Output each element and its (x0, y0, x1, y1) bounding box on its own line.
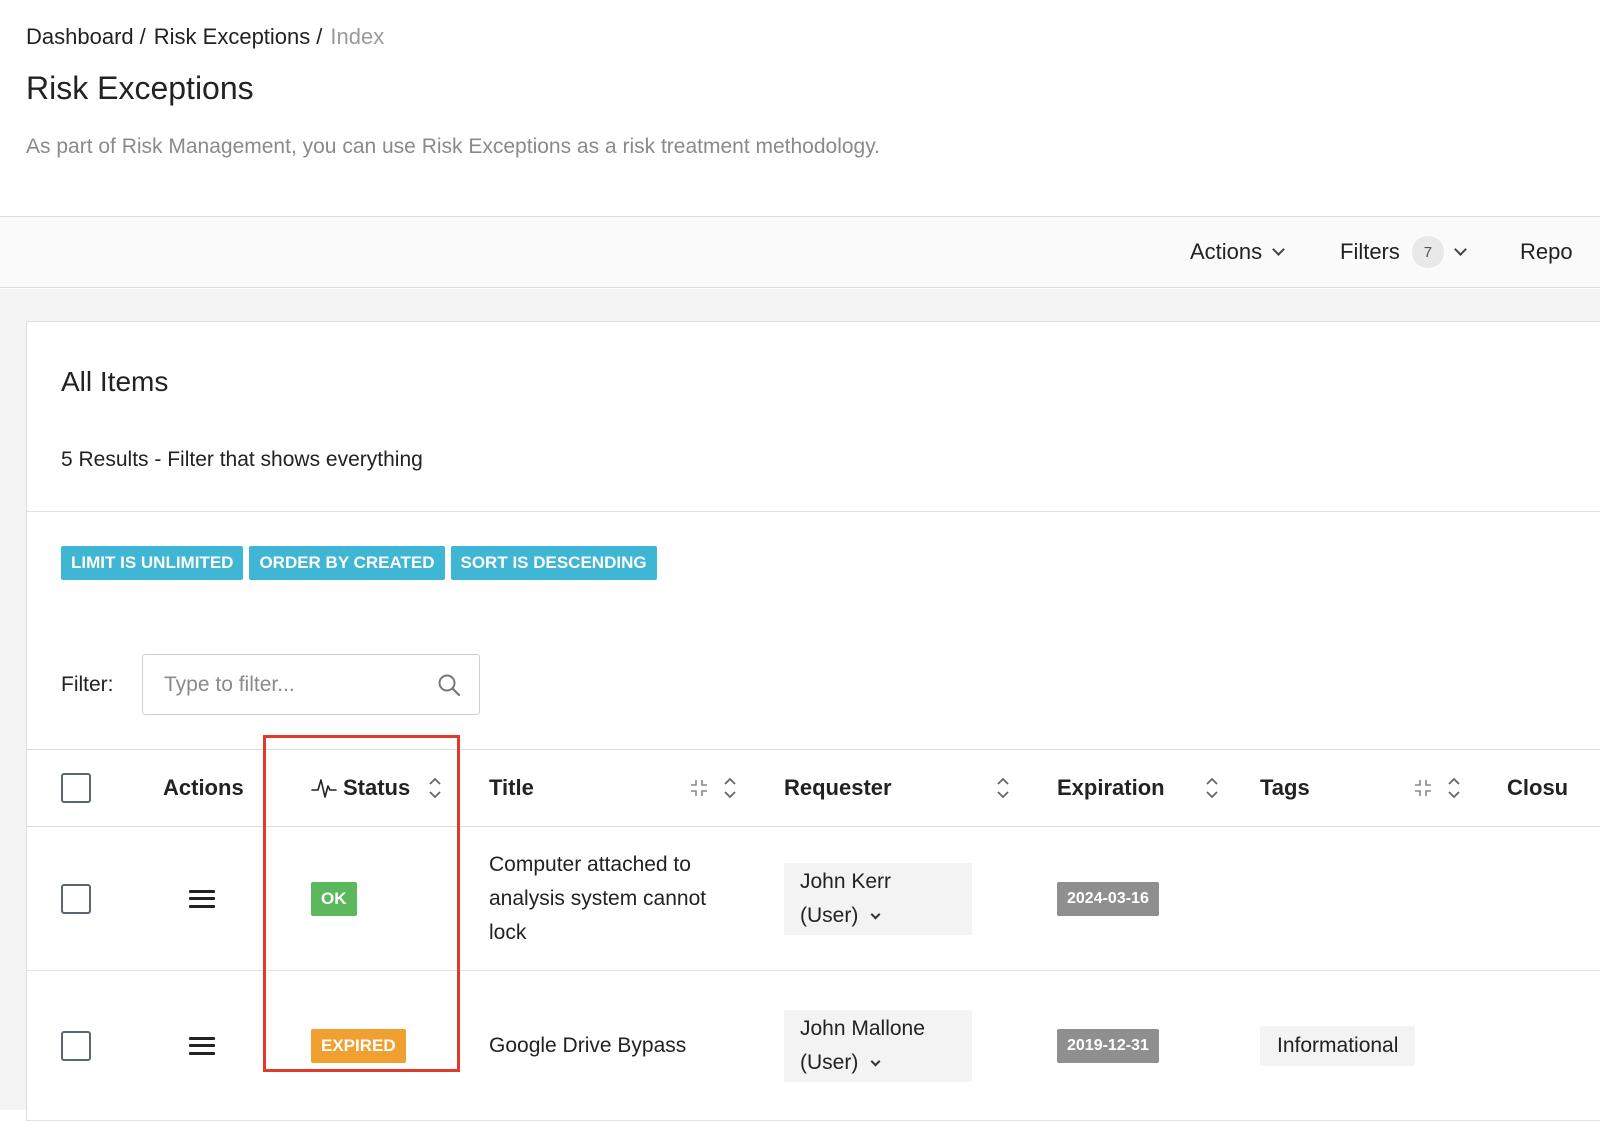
panel-title: All Items (61, 366, 169, 397)
reports-dropdown[interactable]: Repo (1520, 217, 1573, 287)
page-description: As part of Risk Management, you can use … (26, 135, 881, 158)
filters-dropdown[interactable]: Filters 7 (1340, 217, 1467, 287)
status-badge: EXPIRED (311, 1028, 406, 1063)
chevron-down-icon (1454, 243, 1467, 256)
table-header: Actions Status Title Requester Expiratio… (27, 749, 1600, 827)
header-tags-label: Tags (1260, 775, 1310, 800)
row-status-cell: EXPIRED (311, 971, 406, 1120)
header-actions-label: Actions (163, 775, 244, 800)
row-status-cell: OK (311, 827, 357, 970)
breadcrumb-separator: / (316, 24, 323, 49)
requester-role: (User) (800, 1050, 859, 1074)
breadcrumb-current: Index (330, 24, 385, 49)
row-expiration-cell: 2024-03-16 (1057, 827, 1159, 970)
header-actions: Actions (163, 750, 244, 826)
row-title-cell: Computer attached to analysis system can… (489, 827, 739, 970)
filters-dropdown-label: Filters (1340, 239, 1400, 264)
sort-icon[interactable] (723, 776, 737, 800)
row-title-cell: Google Drive Bypass (489, 971, 739, 1120)
filters-count-badge: 7 (1411, 236, 1444, 268)
collapse-icon[interactable] (1413, 778, 1433, 798)
breadcrumb: Dashboard / Risk Exceptions / Index (26, 24, 384, 50)
expiration-date-badge: 2019-12-31 (1057, 1028, 1159, 1063)
activity-icon (311, 779, 337, 798)
sort-icon[interactable] (428, 776, 442, 800)
status-badge: OK (311, 881, 357, 916)
chip-order[interactable]: ORDER BY CREATED (249, 546, 445, 580)
select-all-checkbox[interactable] (61, 773, 91, 803)
requester-dropdown[interactable]: John Kerr (User) (784, 862, 972, 935)
table-row: OK Computer attached to analysis system … (27, 827, 1600, 971)
collapse-icon[interactable] (689, 778, 709, 798)
sort-icon[interactable] (1205, 776, 1219, 800)
header-expiration-label: Expiration (1057, 775, 1165, 800)
hamburger-icon[interactable] (189, 1036, 215, 1055)
search-icon[interactable] (437, 673, 461, 697)
reports-dropdown-label: Repo (1520, 239, 1573, 264)
sort-icon[interactable] (996, 776, 1010, 800)
header-requester[interactable]: Requester (784, 750, 1010, 826)
actions-dropdown[interactable]: Actions (1190, 217, 1286, 287)
page-title: Risk Exceptions (26, 70, 254, 106)
header-status-label: Status (343, 775, 411, 800)
header-closure-label: Closu (1507, 775, 1569, 800)
header-closure[interactable]: Closu (1507, 750, 1568, 826)
row-actions-cell (189, 827, 215, 970)
breadcrumb-separator: / (139, 24, 146, 49)
tag-chip[interactable]: Informational (1260, 1025, 1416, 1066)
items-panel: All Items 5 Results - Filter that shows … (26, 321, 1600, 1121)
row-checkbox[interactable] (61, 883, 91, 914)
chevron-down-icon (870, 909, 881, 919)
expiration-date-badge: 2024-03-16 (1057, 881, 1159, 916)
requester-name: John Mallone (800, 1016, 925, 1040)
header-title-label: Title (489, 775, 534, 800)
header-checkbox-cell (61, 750, 91, 826)
row-requester-cell: John Mallone (User) (784, 971, 972, 1120)
header-tags[interactable]: Tags (1260, 750, 1461, 826)
row-requester-cell: John Kerr (User) (784, 827, 972, 970)
filter-field (142, 654, 480, 715)
filter-label: Filter: (61, 673, 114, 696)
row-title[interactable]: Computer attached to analysis system can… (489, 848, 739, 950)
requester-dropdown[interactable]: John Mallone (User) (784, 1009, 972, 1082)
table-row: EXPIRED Google Drive Bypass John Mallone… (27, 971, 1600, 1121)
row-tags-cell: Informational (1260, 971, 1416, 1120)
header-title[interactable]: Title (489, 750, 737, 826)
results-summary: 5 Results - Filter that shows everything (61, 448, 423, 471)
row-title[interactable]: Google Drive Bypass (489, 1029, 739, 1063)
chip-limit[interactable]: LIMIT IS UNLIMITED (61, 546, 244, 580)
hamburger-icon[interactable] (189, 889, 215, 908)
row-expiration-cell: 2019-12-31 (1057, 971, 1159, 1120)
row-checkbox-cell (61, 971, 91, 1120)
row-actions-cell (189, 971, 215, 1120)
sort-icon[interactable] (1447, 776, 1461, 800)
row-checkbox-cell (61, 827, 91, 970)
filter-input[interactable] (143, 655, 433, 714)
header-status[interactable]: Status (311, 750, 442, 826)
divider (27, 511, 1600, 512)
header-expiration[interactable]: Expiration (1057, 750, 1219, 826)
chevron-down-icon (1272, 243, 1286, 256)
requester-name: John Kerr (800, 869, 892, 893)
active-filter-chips: LIMIT IS UNLIMITED ORDER BY CREATED SORT… (61, 546, 657, 580)
breadcrumb-dashboard[interactable]: Dashboard (26, 24, 134, 49)
requester-role: (User) (800, 903, 859, 927)
chip-sort[interactable]: SORT IS DESCENDING (450, 546, 657, 580)
header-requester-label: Requester (784, 775, 892, 800)
actions-dropdown-label: Actions (1190, 239, 1263, 264)
row-checkbox[interactable] (61, 1030, 91, 1061)
breadcrumb-risk-exceptions[interactable]: Risk Exceptions (154, 24, 311, 49)
chevron-down-icon (870, 1056, 881, 1066)
toolbar: Actions Filters 7 Repo (0, 216, 1600, 288)
